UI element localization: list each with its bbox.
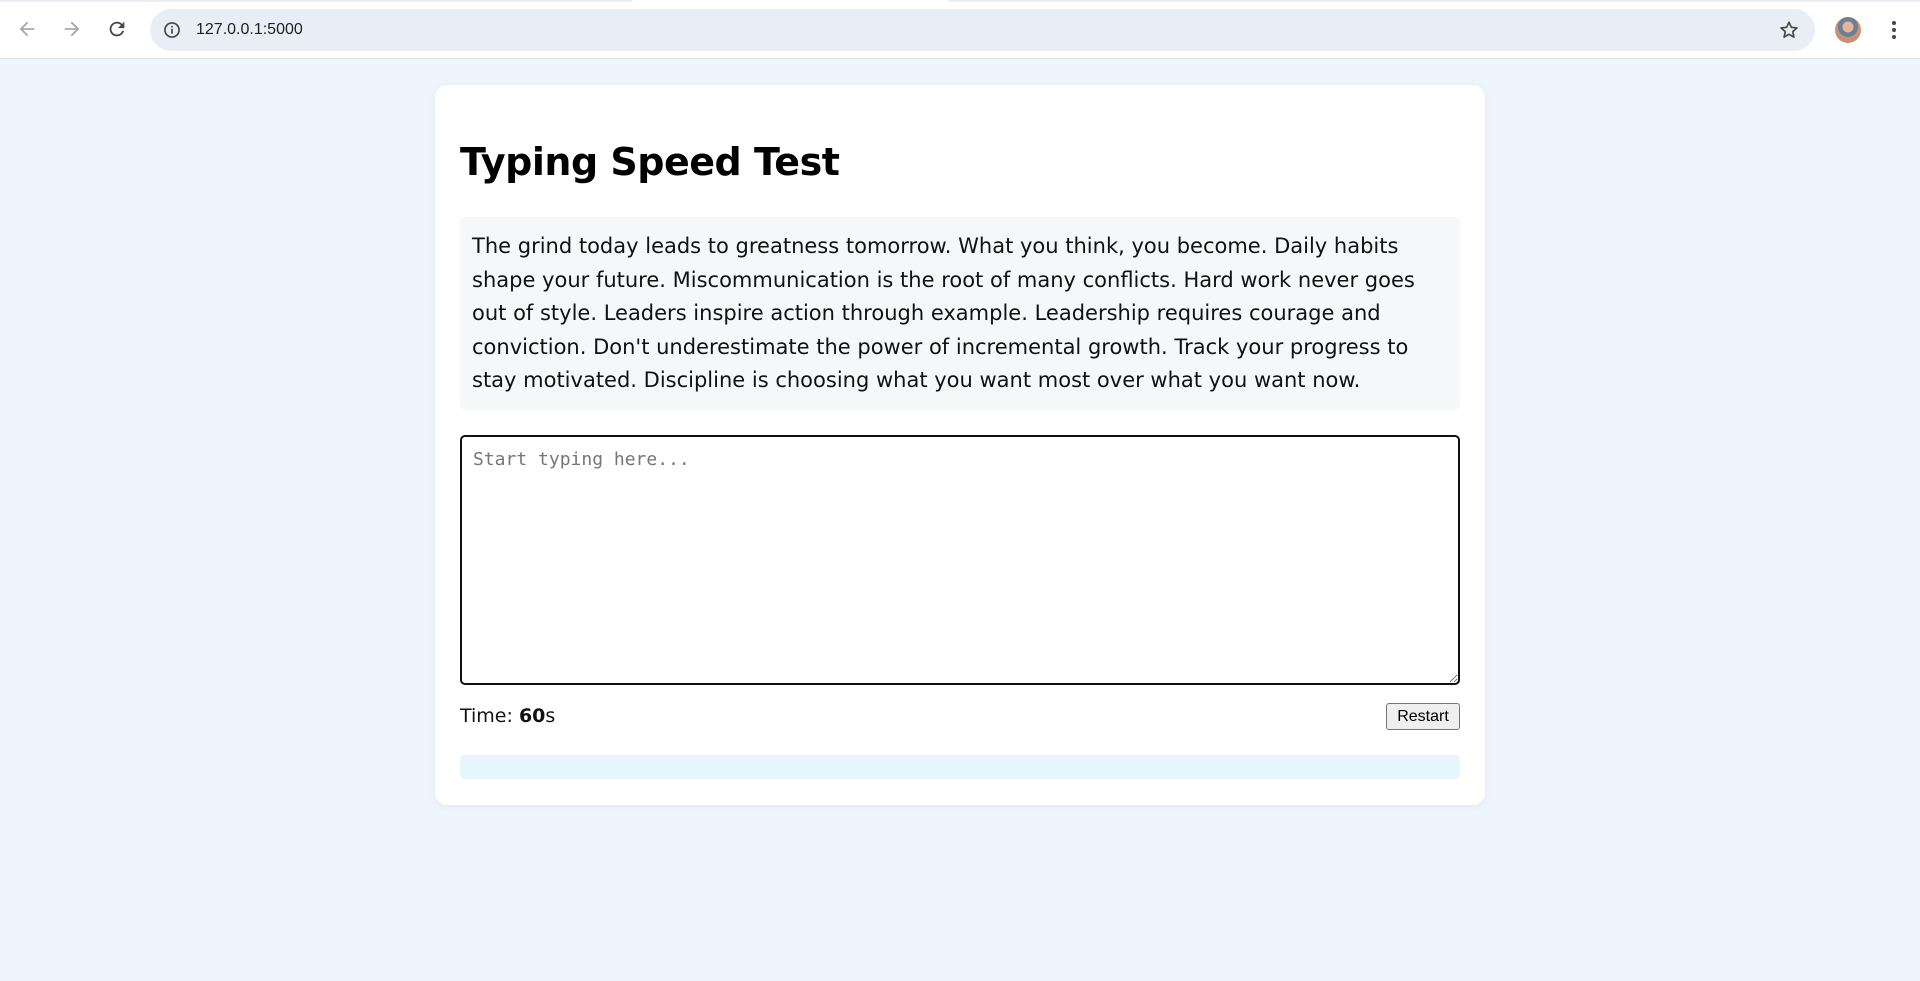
back-icon	[19, 21, 35, 37]
bookmark-star-icon[interactable]	[1777, 18, 1801, 42]
back-button[interactable]	[9, 11, 45, 47]
browser-toolbar: 127.0.0.1:5000	[0, 0, 1920, 59]
forward-button[interactable]	[54, 11, 90, 47]
more-menu-icon[interactable]	[1880, 16, 1908, 44]
restart-button[interactable]: Restart	[1386, 703, 1460, 730]
typing-input[interactable]	[460, 435, 1460, 685]
timer-label: Time:	[460, 705, 519, 727]
tab-strip	[0, 0, 1920, 2]
page-title: Typing Speed Test	[460, 140, 840, 184]
url-text[interactable]: 127.0.0.1:5000	[196, 20, 303, 40]
forward-icon	[64, 21, 80, 37]
typing-test-card: Typing Speed Test The grind today leads …	[435, 85, 1485, 805]
timer: Time: 60s	[460, 705, 555, 727]
passage-text: The grind today leads to greatness tomor…	[460, 217, 1460, 410]
site-info-icon[interactable]	[160, 18, 184, 42]
reload-button[interactable]	[99, 11, 135, 47]
result-panel	[460, 755, 1460, 779]
reload-icon	[109, 21, 125, 37]
address-bar[interactable]: 127.0.0.1:5000	[150, 9, 1815, 51]
timer-unit: s	[545, 705, 556, 727]
profile-avatar[interactable]	[1835, 17, 1861, 43]
timer-value: 60	[518, 705, 546, 727]
